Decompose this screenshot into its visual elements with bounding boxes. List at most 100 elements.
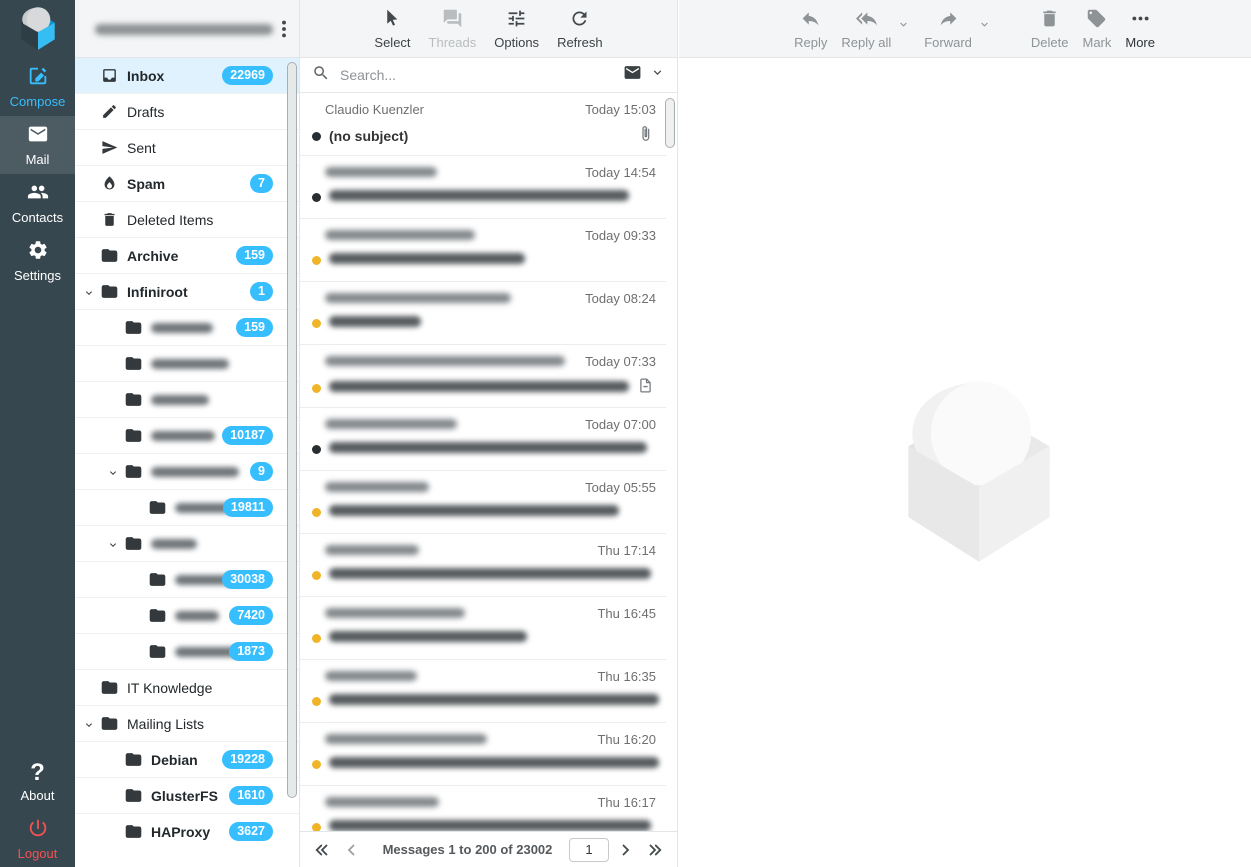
folder-item-infiniroot[interactable]: Infiniroot1 xyxy=(75,274,299,310)
folder-item[interactable]: 30038 xyxy=(75,562,299,598)
message-row[interactable]: Today 07:33 xyxy=(300,345,666,408)
content-pane: Reply Reply all Forward Delete Mark xyxy=(679,0,1251,867)
message-row[interactable]: Today 08:24 xyxy=(300,282,666,345)
reply-button[interactable]: Reply xyxy=(794,8,827,50)
mark-button[interactable]: Mark xyxy=(1082,8,1111,50)
folder-item-debian[interactable]: Debian19228 xyxy=(75,742,299,778)
chevron-down-icon[interactable] xyxy=(107,538,119,554)
app-logo xyxy=(0,0,75,58)
chevron-down-icon[interactable] xyxy=(978,18,991,36)
contacts-label: Contacts xyxy=(12,210,63,225)
folder-item[interactable]: 7420 xyxy=(75,598,299,634)
about-button[interactable]: ? About xyxy=(0,755,75,810)
message-row[interactable]: Claudio KuenzlerToday 15:03(no subject) xyxy=(300,93,666,156)
folder-name: Spam xyxy=(127,176,165,192)
message-row[interactable]: Thu 16:45 xyxy=(300,597,666,660)
subject-redacted xyxy=(329,692,659,710)
folder-icon xyxy=(125,823,142,843)
folder-item[interactable]: 10187 xyxy=(75,418,299,454)
folder-item[interactable] xyxy=(75,526,299,562)
forward-button[interactable]: Forward xyxy=(924,8,972,50)
folder-item[interactable]: 9 xyxy=(75,454,299,490)
folder-item-drafts[interactable]: Drafts xyxy=(75,94,299,130)
message-row[interactable]: Today 05:55 xyxy=(300,471,666,534)
select-button[interactable]: Select xyxy=(374,8,410,50)
folder-icon xyxy=(101,679,118,699)
folder-name: Inbox xyxy=(127,68,164,84)
account-menu-button[interactable] xyxy=(273,17,295,41)
folder-item[interactable]: 19811 xyxy=(75,490,299,526)
folder-item-glusterfs[interactable]: GlusterFS1610 xyxy=(75,778,299,814)
date: Today 14:54 xyxy=(585,165,656,180)
date: Thu 16:20 xyxy=(597,732,656,747)
list-pagination: Messages 1 to 200 of 23002 xyxy=(300,831,677,867)
refresh-button[interactable]: Refresh xyxy=(557,8,603,50)
sender-redacted xyxy=(325,606,465,621)
chevron-down-icon[interactable] xyxy=(83,286,95,302)
folder-item[interactable]: 159 xyxy=(75,310,299,346)
folder-item-deleted-items[interactable]: Deleted Items xyxy=(75,202,299,238)
nav-contacts[interactable]: Contacts xyxy=(0,174,75,232)
logout-button[interactable]: Logout xyxy=(0,810,75,867)
refresh-label: Refresh xyxy=(557,35,603,50)
unread-badge: 3627 xyxy=(229,822,273,841)
page-status: Messages 1 to 200 of 23002 xyxy=(368,842,567,857)
next-page-button[interactable] xyxy=(611,838,639,862)
message-row[interactable]: Today 09:33 xyxy=(300,219,666,282)
trash-icon xyxy=(101,211,118,231)
sender-redacted xyxy=(325,291,511,306)
folder-item-mailing-lists[interactable]: Mailing Lists xyxy=(75,706,299,742)
chevron-down-icon[interactable] xyxy=(107,466,119,482)
options-button[interactable]: Options xyxy=(494,8,539,50)
threads-button[interactable]: Threads xyxy=(429,8,477,50)
folder-item-sent[interactable]: Sent xyxy=(75,130,299,166)
mail-label: Mail xyxy=(26,152,50,167)
unread-dot xyxy=(312,132,321,141)
unread-badge: 19228 xyxy=(222,750,273,769)
chevron-down-icon[interactable] xyxy=(650,65,665,85)
taskmenu-spacer xyxy=(0,290,75,755)
inbox-icon xyxy=(101,67,118,87)
folder-item[interactable] xyxy=(75,346,299,382)
folder-item-haproxy[interactable]: HAProxy3627 xyxy=(75,814,299,843)
message-row[interactable]: Thu 16:17 xyxy=(300,786,666,831)
delete-button[interactable]: Delete xyxy=(1031,8,1069,50)
subject-redacted xyxy=(329,188,629,206)
folder-scrollbar[interactable] xyxy=(287,62,297,798)
reply-all-button[interactable]: Reply all xyxy=(841,8,891,50)
message-row[interactable]: Today 07:00 xyxy=(300,408,666,471)
message-row[interactable]: Thu 16:35 xyxy=(300,660,666,723)
folder-item[interactable] xyxy=(75,382,299,418)
first-page-button[interactable] xyxy=(308,838,336,862)
chevron-down-icon[interactable] xyxy=(83,718,95,734)
prev-page-button[interactable] xyxy=(338,838,366,862)
folder-item-inbox[interactable]: Inbox22969 xyxy=(75,58,299,94)
folder-item-archive[interactable]: Archive159 xyxy=(75,238,299,274)
unread-badge: 1 xyxy=(250,282,273,301)
sender-redacted xyxy=(325,480,429,495)
folder-icon xyxy=(149,643,166,663)
message-row[interactable]: Thu 17:14 xyxy=(300,534,666,597)
chevron-down-icon[interactable] xyxy=(897,18,910,36)
about-label: About xyxy=(21,788,55,803)
flag-dot xyxy=(312,384,321,393)
search-input[interactable] xyxy=(338,66,615,84)
folder-item-spam[interactable]: Spam7 xyxy=(75,166,299,202)
folder-item[interactable]: 1873 xyxy=(75,634,299,670)
sender-redacted xyxy=(325,732,487,747)
nav-mail[interactable]: Mail xyxy=(0,116,75,174)
nav-settings[interactable]: Settings xyxy=(0,232,75,290)
compose-button[interactable]: Compose xyxy=(0,58,75,116)
last-page-button[interactable] xyxy=(641,838,669,862)
message-row[interactable]: Today 14:54 xyxy=(300,156,666,219)
logout-label: Logout xyxy=(18,846,58,861)
message-row[interactable]: Thu 16:20 xyxy=(300,723,666,786)
page-input[interactable] xyxy=(569,838,609,862)
envelope-icon[interactable] xyxy=(623,63,642,87)
folder-item-it-knowledge[interactable]: IT Knowledge xyxy=(75,670,299,706)
reply-all-icon xyxy=(856,8,877,32)
list-scrollbar[interactable] xyxy=(665,98,675,148)
more-button[interactable]: More xyxy=(1125,8,1155,50)
cursor-icon xyxy=(382,8,403,32)
folder-name-redacted xyxy=(151,356,229,372)
